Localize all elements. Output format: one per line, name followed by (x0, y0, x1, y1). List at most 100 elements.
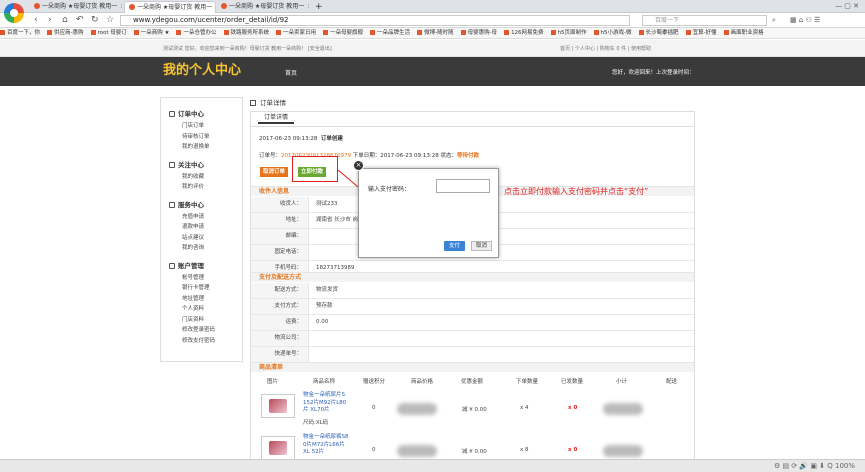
search-input[interactable]: 百度一下 (642, 15, 767, 26)
goods-section-header: 商品清单 (251, 362, 694, 372)
sidebar-item[interactable]: 银行卡管理 (182, 283, 210, 291)
redacted-price (397, 403, 437, 415)
close-icon[interactable]: × (307, 3, 309, 10)
bookmark-icon (504, 30, 510, 35)
new-tab-button[interactable]: + (311, 1, 325, 13)
home-icon[interactable]: ⌂ (62, 15, 68, 25)
sidebar-section-title: 账户管理 (169, 260, 204, 270)
bookmark-label: 宜算-好懂 (692, 30, 717, 36)
bookmark-item[interactable]: 126网易免费 (504, 28, 544, 38)
bookmark-label: 126网易免费 (511, 30, 544, 36)
tab-order-detail[interactable]: 订单详情 (258, 112, 295, 124)
bookmark-item[interactable]: 一朵仓管办公 (176, 28, 217, 38)
goods-column-header: 下单数量 (516, 379, 539, 385)
bookmark-item[interactable]: 百度一下，你 (0, 28, 40, 38)
sidebar-item[interactable]: 退款申请 (182, 222, 204, 230)
pay-button[interactable]: 支付 (444, 241, 465, 251)
browser-tab-active[interactable]: 一朵商购 ★母婴订货 教用一× (124, 1, 216, 13)
browser-nav-bar: ‹ › ⌂ ↶ ↻ ☆ www.ydegou.com/ucenter/order… (0, 13, 865, 28)
status-icons[interactable]: ⚙ ▤ ⟳ 🔊 ▣ ⬇ Q 100% (774, 462, 855, 470)
close-icon[interactable]: × (120, 3, 122, 10)
bookmark-icon (176, 30, 182, 35)
product-points: 0 (372, 447, 376, 453)
bookmark-item[interactable]: 画面职业资格 (723, 28, 764, 38)
bookmark-item[interactable]: root 母婴订 (90, 28, 127, 38)
sidebar-item[interactable]: 站点建议 (182, 233, 204, 241)
bookmark-icon (417, 30, 423, 35)
bookmark-item[interactable]: 宜算-好懂 (685, 28, 717, 38)
section-label: 关注中心 (178, 160, 204, 169)
bookmark-item[interactable]: 母婴惠购-母 (460, 28, 497, 38)
bookmark-item[interactable]: h5小游戏-微 (593, 28, 632, 38)
top-welcome-text: 测试测试 您好，欢迎您来到一朵商购！母婴订货 教用一朵商购！ [安全退出] (163, 46, 332, 52)
browser-tab[interactable]: 一朵商购 ★母婴订货 教用一× (217, 1, 309, 13)
bookmark-item[interactable]: 一朵商购 ★ (133, 28, 169, 38)
bookmark-item[interactable]: 一朵品牌生活 (370, 28, 410, 38)
close-icon[interactable]: × (353, 160, 364, 171)
sidebar-item[interactable]: 门店资料 (182, 315, 204, 323)
bookmark-item[interactable]: 一朵母婴旗舰 (323, 28, 363, 38)
product-image[interactable] (261, 394, 295, 418)
cancel-button[interactable]: 取消 (471, 241, 492, 251)
product-name-link[interactable]: 物金一朵纸尿裤S8 0片M72片L66片XL 52片 (303, 434, 351, 457)
bookmark-item[interactable]: 供应商-惠购 (47, 28, 84, 38)
bookmark-item[interactable]: 铁路服务所系统 (223, 28, 269, 38)
row-label: 配送方式： (251, 283, 309, 298)
annotation-text: 点击立即付款输入支付密码并点击“支付” (504, 187, 649, 196)
row-label: 物流公司： (251, 331, 309, 346)
star-icon[interactable]: ☆ (106, 15, 114, 25)
sidebar-item[interactable]: 门店订单 (182, 121, 204, 129)
bookmark-item[interactable]: 长沙蜀黍插肥 (638, 28, 679, 38)
sidebar-item[interactable]: 我的退换单 (182, 142, 210, 150)
bookmark-icon (593, 30, 599, 35)
sidebar-item[interactable]: 我的咨询 (182, 243, 204, 251)
sidebar-item[interactable]: 待审核订单 (182, 132, 210, 140)
bookmark-label: 微博-随时随 (424, 30, 454, 36)
sidebar-item[interactable]: 修改登录密码 (182, 325, 215, 333)
bookmark-item[interactable]: h5页面制作 (550, 28, 587, 38)
goods-column-header: 配送 (666, 379, 678, 385)
browser-logo-icon[interactable] (4, 3, 24, 23)
bookmark-label: 画面职业资格 (730, 30, 764, 36)
sidebar-section-title: 关注中心 (169, 159, 204, 169)
search-icon[interactable]: ⌕ (772, 15, 776, 25)
back-icon[interactable]: ‹ (34, 15, 38, 25)
toolbar-icons[interactable]: ▦ ⌂ ⚇ ☰ (790, 15, 820, 25)
status-label: 状态： (440, 153, 457, 159)
undo-icon[interactable]: ↶ (76, 15, 84, 25)
row-label: 快递单号： (251, 347, 309, 362)
window-controls-icon[interactable]: — ▢ ✕ (835, 2, 859, 10)
product-qty: x 8 (520, 447, 529, 453)
close-icon[interactable]: × (215, 4, 216, 11)
password-label: 输入支付密码： (368, 186, 411, 193)
sidebar-item[interactable]: 个人资料 (182, 304, 204, 312)
order-no-label: 订单号： (259, 153, 282, 159)
product-image[interactable] (261, 436, 295, 460)
product-sent: x 0 (568, 447, 578, 453)
top-links[interactable]: 首页 | 个人中心 | 购物车 0 件 | 使用帮助 (560, 45, 651, 52)
forward-icon[interactable]: › (48, 15, 52, 25)
sidebar-item[interactable]: 我的收藏 (182, 172, 204, 180)
bookmark-icon (370, 30, 376, 35)
bookmark-item[interactable]: 一朵卖家日用 (276, 28, 316, 38)
payment-password-input[interactable] (436, 179, 490, 193)
bookmark-item[interactable]: 微博-随时随 (417, 28, 454, 38)
bookmark-icon (276, 30, 282, 35)
info-row: 支付方式： 预存款 (251, 299, 694, 315)
sidebar-item[interactable]: 充值申请 (182, 212, 204, 220)
row-label: 固定电话： (251, 245, 309, 260)
page-title: 我的个人中心 (163, 63, 242, 78)
product-name-link[interactable]: 物金一朵纸尿片S 152片M92片L80片 XL70片 (303, 392, 351, 415)
order-created-line: 2017-06-23 09:13:28 订单创建 (259, 134, 343, 142)
sidebar-item[interactable]: 修改支付密码 (182, 336, 215, 344)
nav-home-link[interactable]: 首页 (285, 68, 297, 77)
row-label: 地址： (251, 213, 309, 228)
sidebar-item[interactable]: 我的评价 (182, 182, 204, 190)
sidebar-item[interactable]: 地址管理 (182, 294, 204, 302)
browser-tab[interactable]: 一朵商购 ★母婴订货 教用一× (30, 1, 122, 13)
reload-icon[interactable]: ↻ (91, 15, 99, 25)
cancel-order-button[interactable]: 取消订单 (260, 167, 289, 177)
url-bar[interactable]: www.ydegou.com/ucenter/order_detail/id/9… (120, 15, 630, 26)
sidebar-item[interactable]: 帐号管理 (182, 273, 204, 281)
goods-column-header: 图片 (267, 379, 279, 385)
